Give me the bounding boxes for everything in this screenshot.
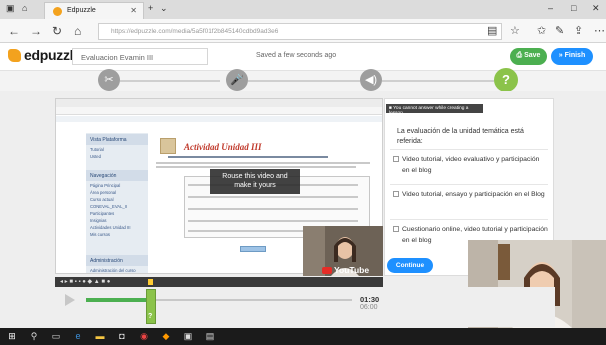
edge-icon[interactable]: e — [72, 330, 84, 342]
store-icon[interactable]: ◘ — [116, 330, 128, 342]
preview-warning: ■ You cannot answer while creating a les… — [386, 104, 483, 116]
home-icon[interactable]: ⌂ — [74, 24, 81, 38]
save-button[interactable]: ⎙ Save — [510, 48, 547, 65]
inner-sidebar-item: Mis cursos — [90, 232, 111, 237]
chrome-icon[interactable]: ◉ — [138, 330, 150, 342]
answer-option[interactable]: Video tutorial, video evaluativo y parti… — [390, 149, 548, 176]
inner-breadcrumb — [56, 116, 382, 122]
option-checkbox[interactable] — [393, 191, 399, 197]
windows-taskbar — [0, 328, 606, 345]
video-overlay-message: Rouse this video and make it yours — [210, 169, 300, 194]
inner-address-bar — [56, 107, 382, 115]
timeline-area — [55, 287, 555, 327]
inner-browser-tabs — [56, 99, 382, 107]
inner-sidebar-heading: Administración — [86, 255, 148, 266]
close-tab-icon[interactable]: ✕ — [130, 6, 137, 15]
inner-sidebar-item: Participantes — [90, 211, 115, 216]
inner-sidebar-item: Tutorial — [90, 147, 104, 152]
save-status: Saved a few seconds ago — [256, 52, 337, 59]
lesson-title-value: Evaluacion Evamin III — [81, 53, 154, 62]
inner-sidebar-heading: Vista Plataforma — [86, 134, 148, 145]
star-icon[interactable]: ☆ — [510, 24, 520, 37]
video-marker-icon — [148, 279, 153, 285]
app-icon[interactable]: ▣ — [182, 330, 194, 342]
table-line — [188, 208, 358, 210]
app-icon[interactable]: ◆ — [160, 330, 172, 342]
maximize-icon[interactable]: □ — [571, 3, 576, 13]
back-icon[interactable]: ← — [8, 24, 20, 38]
youtube-play-icon — [322, 267, 332, 274]
doc-text-line — [156, 166, 356, 168]
app-icon[interactable]: ▤ — [204, 330, 216, 342]
crop-tool-icon[interactable]: ✂ — [98, 69, 120, 91]
finish-button[interactable]: » Finish — [551, 48, 593, 65]
inner-button — [240, 246, 266, 252]
edpuzzle-favicon — [53, 7, 62, 16]
tool-connector — [120, 80, 220, 82]
play-icon[interactable] — [65, 294, 75, 306]
tab-title: Edpuzzle — [67, 7, 96, 14]
option-checkbox[interactable] — [393, 226, 399, 232]
title-underline — [168, 156, 328, 158]
share-icon[interactable]: ⇪ — [574, 24, 583, 37]
refresh-icon[interactable]: ↻ — [52, 24, 62, 38]
table-line — [188, 230, 308, 232]
task-view-icon[interactable]: ▭ — [50, 330, 62, 342]
forward-icon[interactable]: → — [30, 24, 42, 38]
reading-view-icon[interactable]: ▤ — [487, 24, 497, 37]
total-time: 06:00 — [360, 304, 378, 311]
option-checkbox[interactable] — [393, 156, 399, 162]
new-tab-icon[interactable]: + — [148, 3, 153, 13]
answer-option[interactable]: Video tutorial, ensayo y participación e… — [390, 184, 548, 201]
question-marker-icon: ? — [148, 313, 153, 320]
inner-sidebar-item: Página Principal — [90, 183, 121, 188]
tool-connector — [382, 80, 494, 82]
activity-title: Actividad Unidad III — [184, 142, 262, 152]
inner-sidebar-item: Actividades Unidad III — [90, 225, 131, 230]
edpuzzle-logo-icon — [8, 49, 21, 62]
current-time: 01:30 — [360, 295, 380, 304]
inner-sidebar-heading: Navegación — [86, 170, 148, 181]
tab-list-icon[interactable]: ⌂ — [22, 3, 27, 13]
pen-icon[interactable]: ✎ — [555, 24, 564, 37]
doc-text-line — [156, 162, 370, 164]
timeline-progress — [86, 298, 153, 302]
tab-back-icon[interactable]: ▣ — [6, 3, 15, 14]
edpuzzle-logo[interactable]: edpuzzle — [8, 47, 81, 63]
tool-connector — [248, 80, 360, 82]
close-window-icon[interactable]: ✕ — [592, 3, 600, 14]
lesson-title-input[interactable]: Evaluacion Evamin III — [72, 48, 208, 65]
minimize-icon[interactable]: – — [548, 3, 553, 13]
inner-sidebar-item: Área personal — [90, 190, 117, 195]
continue-button[interactable]: Continue — [387, 258, 433, 273]
option-label: Video tutorial, video evaluativo y parti… — [402, 156, 540, 174]
option-label: Video tutorial, ensayo y participación e… — [402, 191, 545, 198]
browser-tab[interactable]: Edpuzzle ✕ — [44, 2, 144, 19]
video-controls-icons: ◂ ▸ ■ ▪ ▪ ● ◆ ▲ ■ ● — [60, 279, 111, 285]
audio-notes-tool-icon[interactable]: ◀) — [360, 69, 382, 91]
inner-sidebar-item: Administración del curso — [90, 268, 136, 273]
more-icon[interactable]: ⋯ — [594, 24, 605, 37]
url-text: https://edpuzzle.com/media/5a5f01f2b8451… — [111, 28, 279, 35]
inner-sidebar-item: Curso actual — [90, 197, 114, 202]
windows-start-icon[interactable]: ⊞ — [6, 330, 18, 342]
tab-dropdown-icon[interactable]: ⌄ — [160, 3, 168, 14]
table-line — [188, 196, 358, 198]
search-icon[interactable]: ⚲ — [28, 330, 40, 342]
inner-sidebar-item: CONEVAL_EVAL_II — [90, 204, 128, 209]
address-bar[interactable]: https://edpuzzle.com/media/5a5f01f2b8451… — [98, 23, 502, 40]
table-line — [188, 220, 358, 222]
inner-sidebar-item: Insignias — [90, 218, 107, 223]
youtube-logo: YouTube — [322, 265, 369, 275]
file-explorer-icon[interactable]: ▬ — [94, 330, 106, 342]
question-text: La evaluación de la unidad temática está… — [397, 128, 524, 146]
quiz-tool-icon[interactable]: ? — [494, 68, 518, 92]
inner-sidebar-item: Usted — [90, 154, 101, 159]
activity-image — [160, 138, 176, 154]
favorites-icon[interactable]: ✩ — [537, 24, 546, 37]
voiceover-tool-icon[interactable]: 🎤 — [226, 69, 248, 91]
